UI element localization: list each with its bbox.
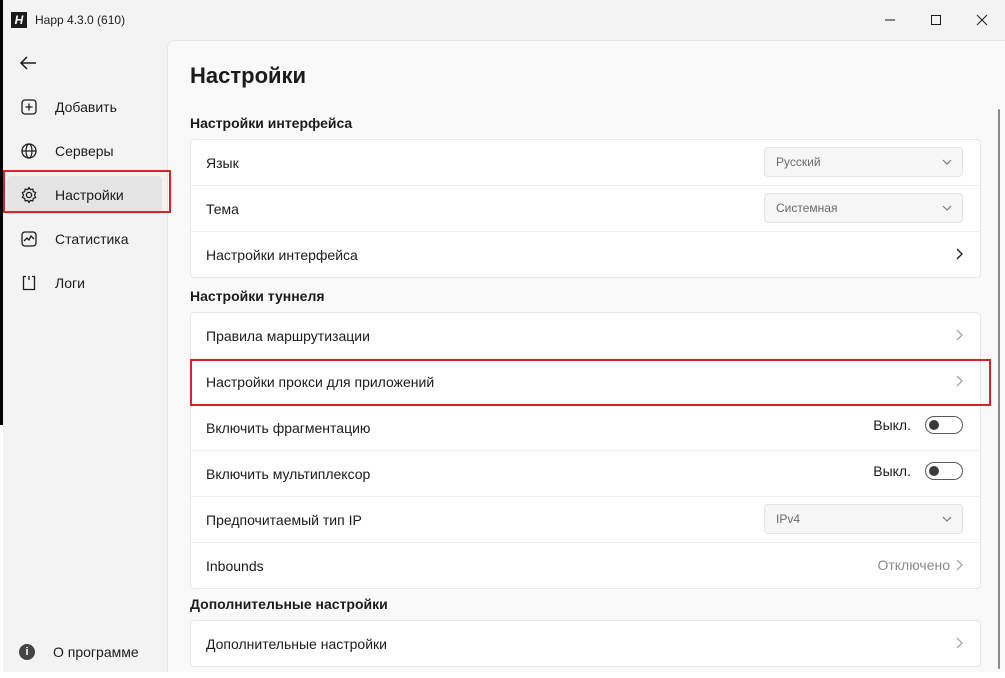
sidebar-item-label: Статистика <box>55 231 129 247</box>
minimize-button[interactable] <box>867 0 913 40</box>
row-label: Дополнительные настройки <box>206 635 387 652</box>
log-icon <box>19 273 39 293</box>
back-button[interactable] <box>15 50 41 76</box>
fragmentation-toggle[interactable] <box>925 416 963 434</box>
toggle-state-label: Выкл. <box>873 417 911 433</box>
inbounds-status: Отключено <box>877 557 950 573</box>
theme-select[interactable]: Системная <box>764 193 963 223</box>
app-proxy-settings-row[interactable]: Настройки прокси для приложений <box>191 359 980 405</box>
row-label: Inbounds <box>206 557 264 574</box>
select-value: Русский <box>776 155 821 169</box>
fragmentation-toggle-wrap: Выкл. <box>873 416 963 434</box>
section-title: Настройки туннеля <box>190 288 325 304</box>
sidebar-item-label: Настройки <box>55 187 124 203</box>
app-logo-icon: H <box>11 12 27 28</box>
sidebar-item-add[interactable]: Добавить <box>7 88 162 126</box>
row-label: Настройки интерфейса <box>206 246 358 263</box>
row-label: Правила маршрутизации <box>206 327 370 344</box>
theme-row: Тема Системная <box>191 186 980 232</box>
inbounds-row[interactable]: Inbounds Отключено <box>191 543 980 588</box>
settings-pane: Настройки Настройки интерфейса Язык Русс… <box>167 40 1005 678</box>
sidebar: Добавить Серверы Настройки Статистика Ло… <box>3 40 168 678</box>
interface-settings-row[interactable]: Настройки интерфейса <box>191 232 980 277</box>
sidebar-item-label: Добавить <box>55 99 117 115</box>
sidebar-item-label: Логи <box>55 275 85 291</box>
sidebar-item-settings[interactable]: Настройки <box>7 176 162 214</box>
window-title: Happ 4.3.0 (610) <box>35 13 126 27</box>
chevron-right-icon <box>953 328 965 342</box>
chevron-right-icon <box>953 374 965 388</box>
section-title: Настройки интерфейса <box>190 115 353 131</box>
additional-settings-card: Дополнительные настройки <box>190 620 981 667</box>
routing-rules-row[interactable]: Правила маршрутизации <box>191 313 980 359</box>
chevron-down-icon <box>942 159 952 165</box>
interface-settings-card: Язык Русский Тема Системная Настройки ин… <box>190 139 981 278</box>
sidebar-item-label: Серверы <box>55 143 114 159</box>
additional-settings-row[interactable]: Дополнительные настройки <box>191 621 980 666</box>
sidebar-item-logs[interactable]: Логи <box>7 264 162 302</box>
add-square-icon <box>19 97 39 117</box>
sidebar-item-label: О программе <box>53 644 139 660</box>
row-label: Тема <box>206 200 239 217</box>
window-controls <box>867 0 1005 40</box>
sidebar-item-about[interactable]: i О программе <box>19 644 139 660</box>
page-title: Настройки <box>190 63 307 88</box>
globe-icon <box>19 141 39 161</box>
info-icon: i <box>19 644 35 660</box>
chevron-right-icon <box>953 636 965 650</box>
row-label: Включить мультиплексор <box>206 465 371 482</box>
close-button[interactable] <box>959 0 1005 40</box>
multiplexer-row: Включить мультиплексор Выкл. <box>191 451 980 497</box>
chart-icon <box>19 229 39 249</box>
minimize-icon <box>885 19 895 21</box>
maximize-button[interactable] <box>913 0 959 40</box>
multiplexer-toggle-wrap: Выкл. <box>873 462 963 480</box>
ip-type-select[interactable]: IPv4 <box>764 504 963 534</box>
row-label: Язык <box>206 154 239 171</box>
multiplexer-toggle[interactable] <box>925 462 963 480</box>
chevron-right-icon <box>953 558 965 572</box>
arrow-left-icon <box>19 56 36 70</box>
preferred-ip-row: Предпочитаемый тип IP IPv4 <box>191 497 980 543</box>
select-value: IPv4 <box>776 512 801 526</box>
section-title: Дополнительные настройки <box>190 596 388 612</box>
tunnel-settings-card: Правила маршрутизации Настройки прокси д… <box>190 312 981 589</box>
select-value: Системная <box>776 201 838 215</box>
toggle-knob <box>929 420 939 430</box>
toggle-knob <box>929 466 939 476</box>
chevron-right-icon <box>953 247 965 261</box>
maximize-icon <box>931 15 941 25</box>
scrollbar[interactable] <box>998 109 1000 669</box>
toggle-state-label: Выкл. <box>873 463 911 479</box>
sidebar-item-statistics[interactable]: Статистика <box>7 220 162 258</box>
app-window: H Happ 4.3.0 (610) Добавить Серверы Наст… <box>3 0 1005 678</box>
close-icon <box>976 14 988 26</box>
row-label: Настройки прокси для приложений <box>206 373 435 390</box>
chevron-down-icon <box>942 205 952 211</box>
language-row: Язык Русский <box>191 140 980 186</box>
title-bar: H Happ 4.3.0 (610) <box>3 0 1005 40</box>
fragmentation-row: Включить фрагментацию Выкл. <box>191 405 980 451</box>
sidebar-item-servers[interactable]: Серверы <box>7 132 162 170</box>
bottom-edge <box>0 672 1005 678</box>
chevron-down-icon <box>942 516 952 522</box>
gear-icon <box>19 185 39 205</box>
row-label: Включить фрагментацию <box>206 419 371 436</box>
language-select[interactable]: Русский <box>764 147 963 177</box>
row-label: Предпочитаемый тип IP <box>206 511 362 528</box>
